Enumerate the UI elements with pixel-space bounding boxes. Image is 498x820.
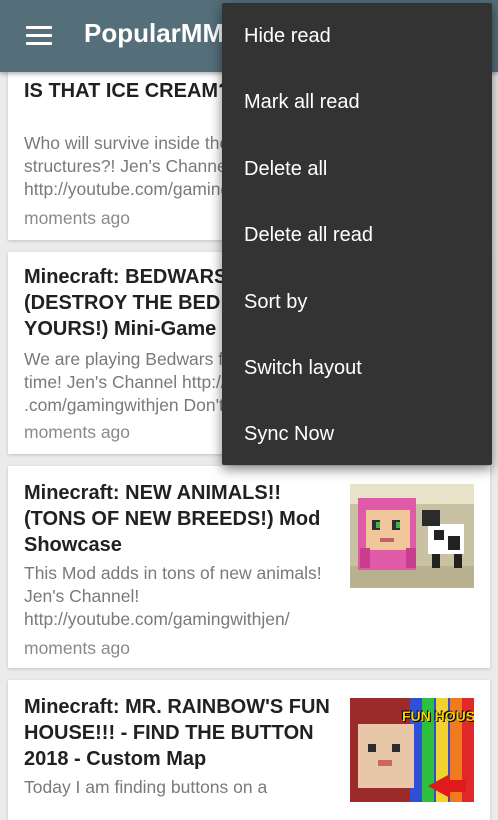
feed-item-time: moments ago xyxy=(24,638,131,658)
menu-item-sync-now[interactable]: Sync Now xyxy=(222,401,492,467)
thumbnail-new-animals[interactable] xyxy=(350,484,474,588)
app-title: PopularMMOs xyxy=(84,18,244,48)
feed-item-description: This Mod adds in tons of new animals! Je… xyxy=(24,563,322,629)
menu-item-delete-all[interactable]: Delete all xyxy=(222,136,492,202)
menu-item-hide-read[interactable]: Hide read xyxy=(222,3,492,69)
feed-item-title: Minecraft: NEW ANIMALS!! (TONS OF NEW BR… xyxy=(24,482,321,556)
overflow-menu: Hide read Mark all read Delete all Delet… xyxy=(222,3,492,465)
menu-item-delete-all-read[interactable]: Delete all read xyxy=(222,202,492,268)
hamburger-menu-icon[interactable] xyxy=(26,26,52,46)
menu-item-sort-by[interactable]: Sort by xyxy=(222,269,492,335)
thumbnail-caption: FUN HOUS xyxy=(402,708,474,724)
menu-item-mark-all-read[interactable]: Mark all read xyxy=(222,69,492,135)
feed-item-description: Today I am finding buttons on a xyxy=(24,777,268,797)
feed-item[interactable]: Minecraft: MR. RAINBOW'S FUN HOUSE!!! - … xyxy=(8,680,490,820)
feed-item-time: moments ago xyxy=(24,208,131,228)
feed-item-time: moments ago xyxy=(24,422,131,442)
menu-item-switch-layout[interactable]: Switch layout xyxy=(222,335,492,401)
thumbnail-fun-house[interactable]: FUN HOUS xyxy=(350,698,474,802)
feed-item[interactable]: Minecraft: NEW ANIMALS!! (TONS OF NEW BR… xyxy=(8,466,490,668)
feed-item-title: Minecraft: MR. RAINBOW'S FUN HOUSE!!! - … xyxy=(24,696,330,770)
